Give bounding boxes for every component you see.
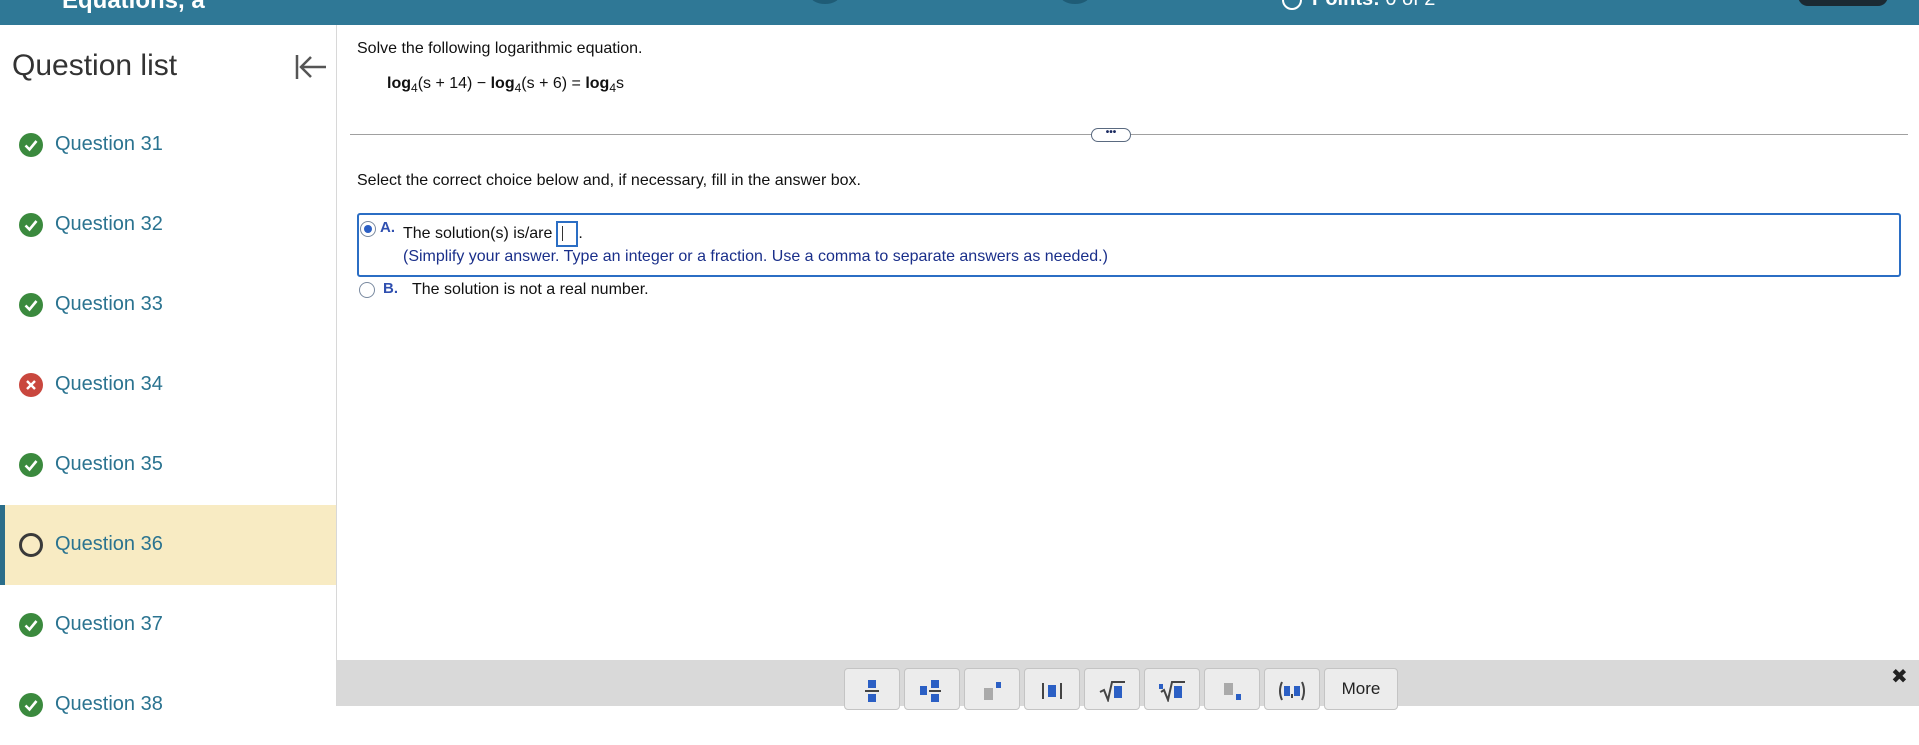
equals-sign: =	[567, 75, 586, 92]
nav-circle-icon[interactable]	[810, 0, 840, 4]
sidebar-title: Question list	[12, 49, 178, 82]
log-argument-1: (s + 14)	[417, 75, 473, 92]
unanswered-circle-icon	[19, 533, 43, 557]
question-list-item-label: Question 31	[55, 133, 163, 155]
math-input-toolbar: More ✖	[337, 660, 1919, 710]
points-circle-icon	[1282, 0, 1302, 10]
question-list-item-label: Question 37	[55, 613, 163, 635]
sidebar-header: Question list	[12, 46, 328, 86]
log-base: 4	[411, 81, 418, 95]
square-root-icon[interactable]	[1084, 668, 1140, 710]
log-operator: log	[585, 75, 610, 92]
answer-instructions: Select the correct choice below and, if …	[357, 172, 861, 189]
nav-circle-icon[interactable]	[1060, 0, 1090, 4]
question-list-item[interactable]: Question 31	[0, 105, 336, 185]
log-operator: log	[387, 75, 411, 92]
question-list-item[interactable]: Question 33	[0, 265, 336, 345]
close-icon[interactable]: ✖	[1891, 664, 1908, 688]
question-list-item[interactable]: Question 32	[0, 185, 336, 265]
answer-hint: (Simplify your answer. Type an integer o…	[403, 248, 1108, 265]
log-operator: log	[490, 75, 515, 92]
question-list-item-label: Question 35	[55, 453, 163, 475]
question-list-item[interactable]: Question 34	[0, 345, 336, 425]
choice-b-text[interactable]: The solution is not a real number.	[412, 281, 649, 299]
log-argument-3: s	[616, 75, 625, 92]
question-list-sidebar: Question list Question 31 Question 32 Ques…	[0, 25, 337, 717]
mixed-number-icon[interactable]	[904, 668, 960, 710]
choice-a-radio[interactable]	[360, 221, 376, 237]
choice-a-letter: A.	[380, 219, 395, 236]
check-icon	[19, 613, 43, 637]
subscript-icon[interactable]	[1204, 668, 1260, 710]
check-icon	[19, 213, 43, 237]
question-list-item[interactable]: Question 36	[0, 505, 336, 585]
question-list-item-label: Question 34	[55, 373, 163, 395]
choice-b-letter: B.	[383, 280, 398, 297]
nth-root-icon[interactable]	[1144, 668, 1200, 710]
question-list-item-label: Question 38	[55, 693, 163, 715]
question-list-item[interactable]: Question 35	[0, 425, 336, 505]
question-list-item[interactable]: Question 38	[0, 665, 336, 745]
fraction-icon[interactable]	[844, 668, 900, 710]
check-icon	[19, 453, 43, 477]
question-list-item-label: Question 32	[55, 213, 163, 235]
log-argument-2: (s + 6)	[521, 75, 568, 92]
absolute-value-icon[interactable]	[1024, 668, 1080, 710]
choice-b-radio[interactable]	[359, 282, 375, 298]
collapse-sidebar-icon[interactable]	[292, 52, 332, 82]
splitter-handle[interactable]: •••	[1091, 128, 1131, 142]
more-button[interactable]: More	[1324, 668, 1398, 710]
check-icon	[19, 693, 43, 717]
exponent-icon[interactable]	[964, 668, 1020, 710]
choice-a-text: The solution(s) is/are.	[403, 221, 583, 247]
points-indicator: Points: 0 of 2	[1282, 0, 1435, 11]
points-label: Points:	[1312, 0, 1380, 10]
points-value: 0 of 2	[1385, 0, 1435, 10]
text-cursor	[562, 226, 564, 241]
x-icon	[19, 373, 43, 397]
answer-input-box[interactable]	[556, 221, 579, 247]
minus-sign: −	[472, 75, 491, 92]
question-panel: Solve the following logarithmic equation…	[337, 25, 1919, 706]
assignment-title: Equations, a	[62, 0, 205, 14]
ordered-pair-icon[interactable]	[1264, 668, 1320, 710]
check-icon	[19, 293, 43, 317]
question-list-item[interactable]: Question 37	[0, 585, 336, 665]
check-icon	[19, 133, 43, 157]
equation: log4(s + 14) − log4(s + 6) = log4s	[387, 75, 624, 95]
question-list-item-label: Question 33	[55, 293, 163, 315]
choice-a-period: .	[578, 225, 583, 243]
top-header-bar: Equations, a Points: 0 of 2	[0, 0, 1919, 25]
choice-a-label: The solution(s) is/are	[403, 225, 553, 243]
log-base: 4	[609, 81, 617, 95]
header-action-button[interactable]	[1798, 0, 1888, 6]
question-list-item-label: Question 36	[55, 533, 163, 555]
choice-a[interactable]: A. The solution(s) is/are. (Simplify you…	[357, 213, 1901, 277]
question-prompt: Solve the following logarithmic equation…	[357, 40, 643, 57]
